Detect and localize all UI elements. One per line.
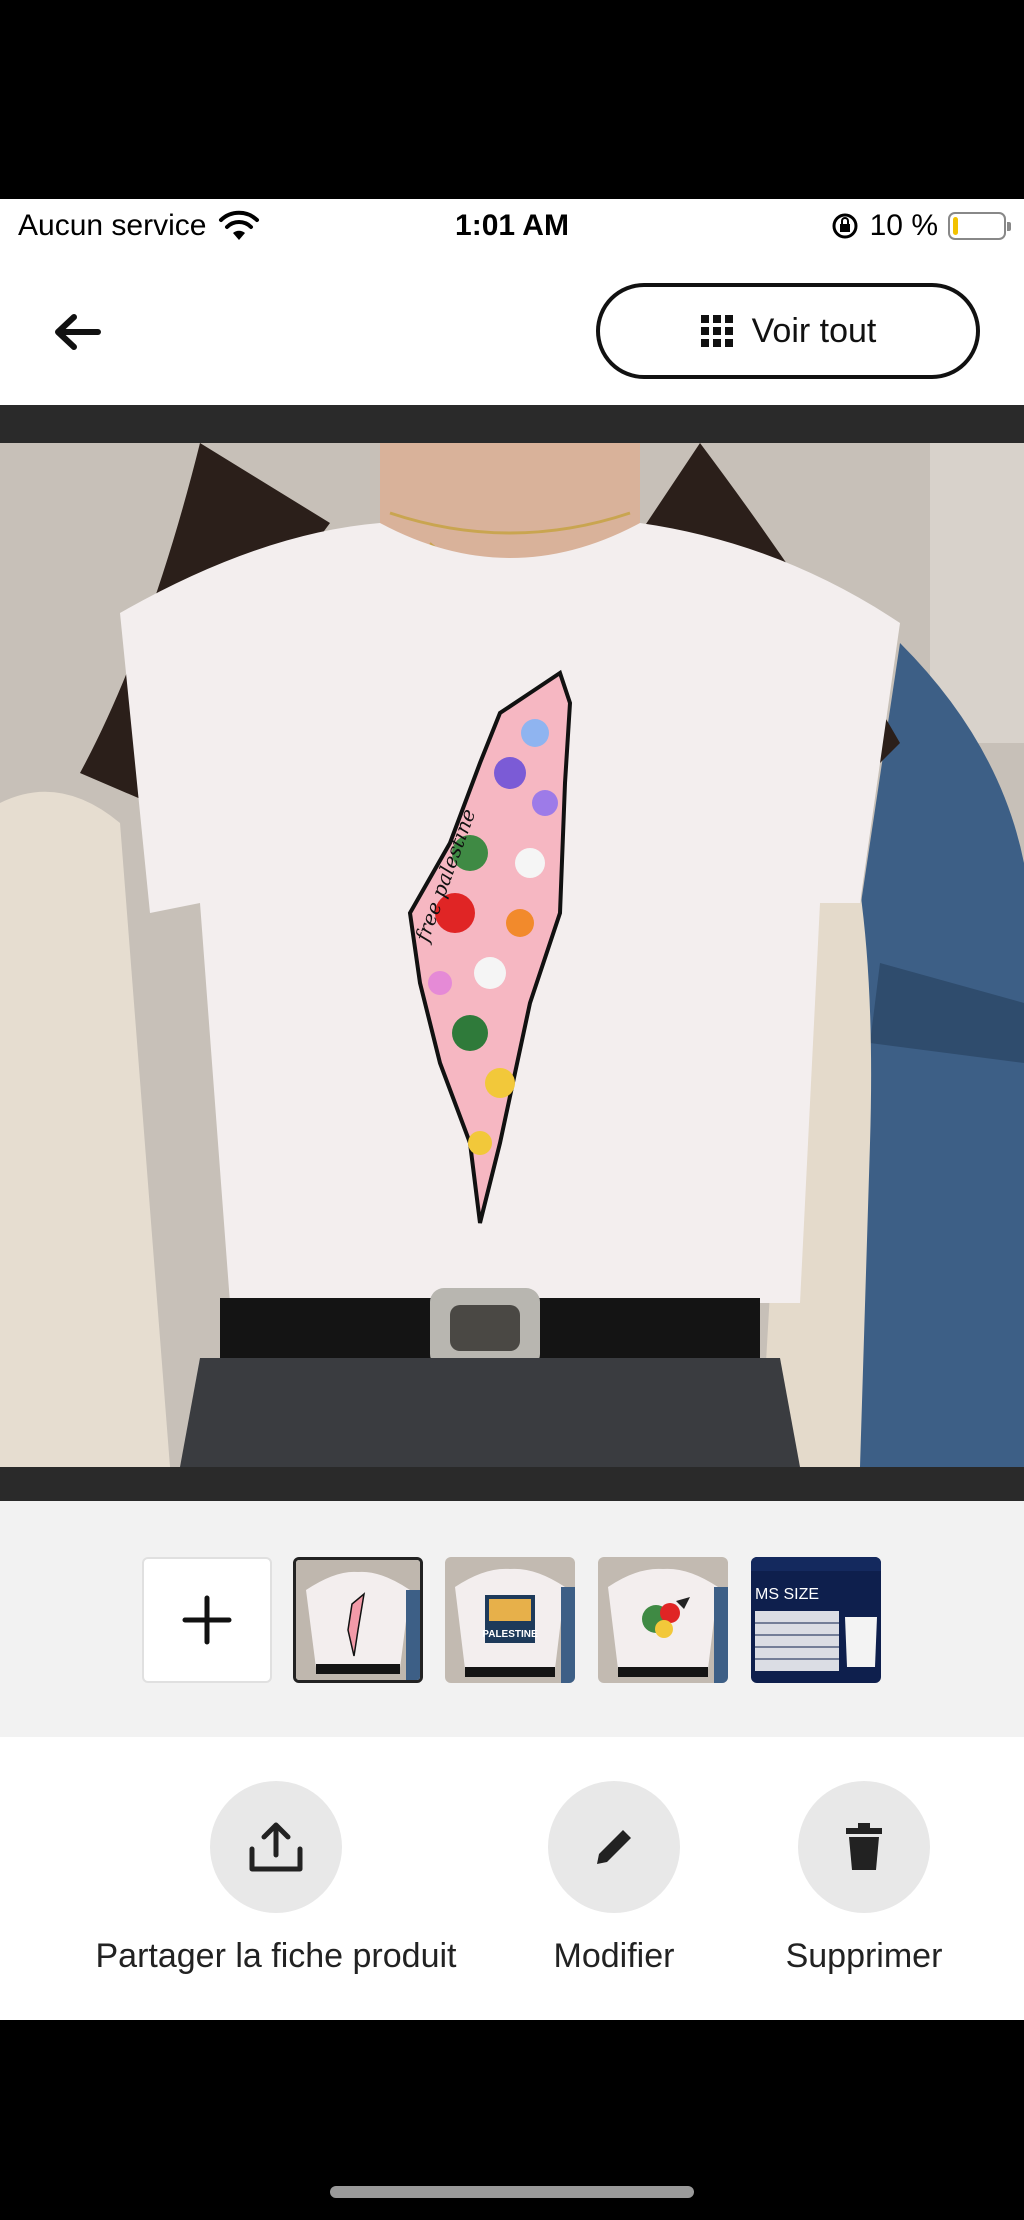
status-right: 10 %	[830, 209, 1011, 243]
tshirt-photo-illustration: free palestine	[0, 443, 1024, 1467]
battery-percent: 10 %	[869, 209, 938, 242]
trash-icon	[846, 1823, 882, 1870]
battery-icon	[948, 212, 1011, 240]
delete-circle	[798, 1781, 930, 1913]
thumbnail-2-image: PALESTINE	[445, 1557, 575, 1683]
share-product-button[interactable]: Partager la fiche produit	[66, 1781, 486, 1976]
edit-label: Modifier	[553, 1937, 675, 1975]
plus-icon	[182, 1595, 232, 1645]
delete-button[interactable]: Supprimer	[764, 1781, 964, 1976]
status-bar: Aucun service 1:01 AM 10 %	[0, 199, 1024, 255]
thumbnail-4-text: MS SIZE	[755, 1586, 819, 1603]
thumbnail-3-image	[598, 1557, 728, 1683]
thumbnail-1[interactable]	[293, 1557, 423, 1683]
status-left: Aucun service	[18, 209, 260, 243]
edit-circle	[548, 1781, 680, 1913]
add-photo-button[interactable]	[142, 1557, 272, 1683]
carrier-text: Aucun service	[18, 209, 207, 242]
delete-label: Supprimer	[785, 1937, 943, 1975]
back-button[interactable]	[40, 295, 114, 369]
product-main-image[interactable]: free palestine	[0, 443, 1024, 1467]
nav-bar: Voir tout	[0, 255, 1024, 405]
product-image-viewer[interactable]: free palestine	[0, 405, 1024, 1501]
upload-icon	[249, 1822, 303, 1872]
arrow-left-icon	[55, 314, 101, 350]
share-circle	[210, 1781, 342, 1913]
wifi-icon	[219, 210, 260, 240]
view-all-label: Voir tout	[751, 311, 877, 350]
thumbnail-strip: PALESTINE MS SIZE	[0, 1501, 1024, 1737]
grid-icon	[700, 315, 733, 347]
thumbnail-1-image	[296, 1560, 420, 1680]
thumbnail-4-image: MS SIZE	[751, 1557, 881, 1683]
edit-button[interactable]: Modifier	[534, 1781, 694, 1976]
share-label: Partager la fiche produit	[95, 1937, 457, 1975]
battery-fill	[953, 217, 958, 235]
pencil-icon	[597, 1830, 631, 1864]
thumbnail-4[interactable]: MS SIZE	[751, 1557, 881, 1683]
thumbnail-3[interactable]	[598, 1557, 728, 1683]
thumbnail-2-text: PALESTINE	[482, 1629, 538, 1640]
top-black-area	[0, 0, 1024, 199]
actions-bar: Partager la fiche produit Modifier Suppr…	[0, 1737, 1024, 2020]
thumbnail-2[interactable]: PALESTINE	[445, 1557, 575, 1683]
home-indicator[interactable]	[330, 2186, 694, 2198]
view-all-button[interactable]: Voir tout	[596, 283, 980, 379]
orientation-lock-icon	[832, 213, 858, 239]
